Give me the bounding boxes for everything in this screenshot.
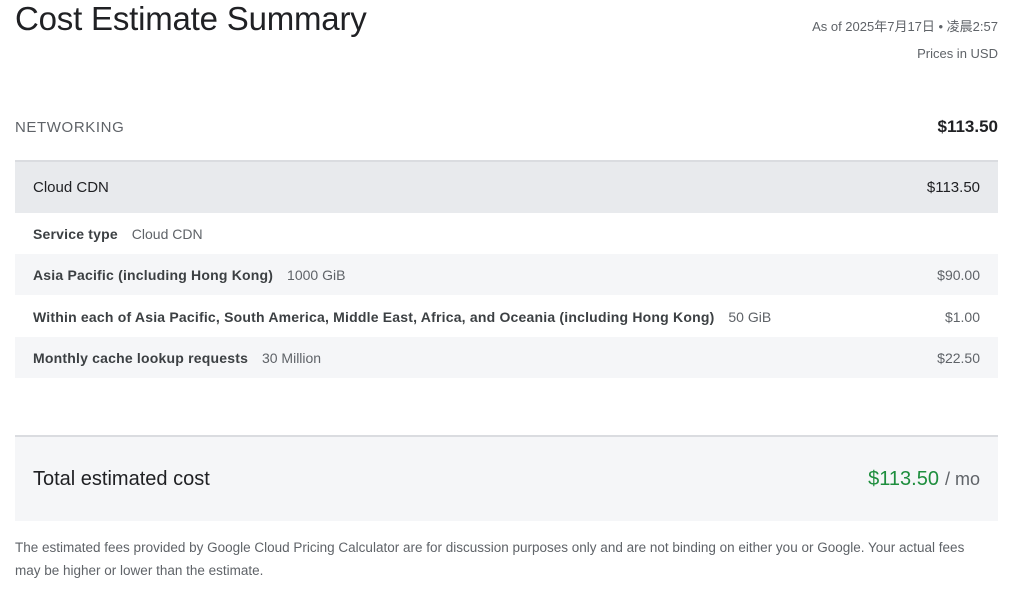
line-item-label: Service type: [33, 225, 118, 242]
as-of-timestamp: As of 2025年7月17日 • 凌晨2:57: [812, 19, 998, 34]
line-item-asia-pacific: Asia Pacific (including Hong Kong) 1000 …: [15, 254, 998, 295]
page-title: Cost Estimate Summary: [15, 0, 367, 37]
section-total: $113.50: [937, 117, 998, 136]
total-unit: / mo: [944, 468, 980, 489]
line-item-label: Within each of Asia Pacific, South Ameri…: [33, 308, 715, 325]
total-label: Total estimated cost: [33, 467, 210, 490]
line-item-label: Asia Pacific (including Hong Kong): [33, 266, 274, 283]
line-item-value: 1000 GiB: [287, 266, 346, 283]
line-item-value: 30 Million: [261, 349, 322, 366]
line-item-service-type: Service type Cloud CDN: [15, 213, 998, 254]
total-amount: $113.50: [868, 467, 939, 490]
line-item-regional-egress: Within each of Asia Pacific, South Ameri…: [15, 296, 998, 337]
line-item-cost: $90.00: [937, 266, 980, 283]
line-item-value: Cloud CDN: [131, 225, 203, 242]
line-item-cost: $22.50: [937, 349, 980, 366]
section-header-networking: NETWORKING $113.50: [15, 112, 998, 142]
line-item-value: 50 GiB: [728, 308, 772, 325]
product-header: Cloud CDN $113.50: [15, 160, 998, 213]
currency-note: Prices in USD: [917, 46, 998, 61]
product-name: Cloud CDN: [33, 179, 109, 196]
line-item-label: Monthly cache lookup requests: [33, 349, 249, 366]
line-item-cache-lookup: Monthly cache lookup requests 30 Million…: [15, 337, 998, 378]
section-label: NETWORKING: [15, 118, 125, 136]
total-estimated-cost: Total estimated cost $113.50/ mo: [15, 435, 998, 521]
disclaimer-text: The estimated fees provided by Google Cl…: [15, 540, 965, 578]
product-cost: $113.50: [926, 179, 980, 196]
line-item-cost: $1.00: [944, 308, 980, 325]
